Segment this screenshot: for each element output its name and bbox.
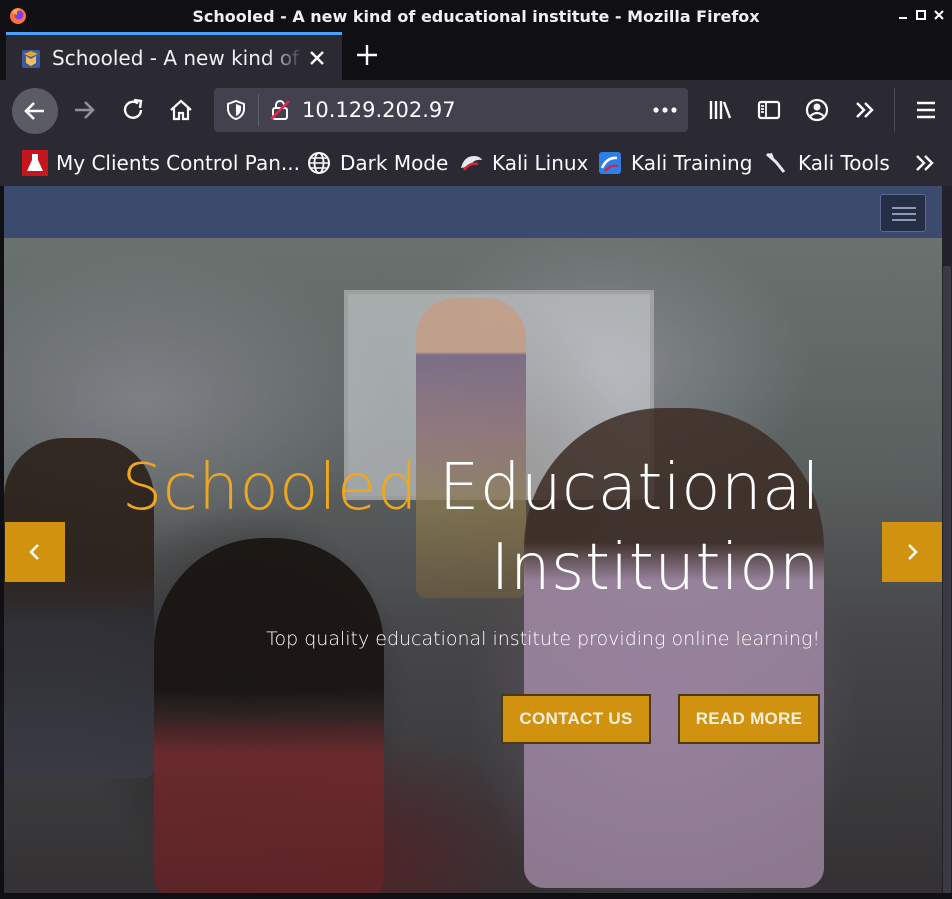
- window-border: [0, 893, 952, 899]
- hero-title: Schooled Educational Institution: [122, 448, 820, 608]
- bookmark-label: Kali Tools: [798, 151, 890, 175]
- tab-schooled[interactable]: Schooled - A new kind of educational ins…: [6, 32, 342, 80]
- hero-carousel: Schooled Educational Institution Top qua…: [4, 238, 942, 893]
- urlbar-divider: [258, 94, 259, 126]
- account-icon: [805, 98, 829, 122]
- contact-us-button[interactable]: CONTACT US: [501, 694, 651, 744]
- url-text: 10.129.202.97: [302, 98, 456, 122]
- maximize-button[interactable]: [914, 8, 928, 22]
- window-title: Schooled - A new kind of educational ins…: [192, 7, 760, 26]
- bookmark-label: My Clients Control Pan...: [56, 151, 300, 175]
- menu-bar-line: [892, 207, 916, 209]
- hero-title-accent: Schooled: [121, 451, 419, 525]
- hero-title-line2: Institution: [490, 531, 820, 605]
- tab-strip: Schooled - A new kind of educational ins…: [0, 32, 952, 80]
- bookmark-my-clients[interactable]: My Clients Control Pan...: [22, 148, 300, 178]
- more-tools-button[interactable]: [845, 90, 885, 130]
- toolbar-separator: [894, 88, 895, 132]
- menu-bar-line: [892, 213, 916, 215]
- minimize-button[interactable]: [896, 8, 910, 22]
- site-navbar: [4, 186, 942, 238]
- chevron-right-icon: [908, 544, 918, 560]
- home-icon: [170, 99, 192, 121]
- kali-icon: [461, 156, 482, 171]
- forward-button[interactable]: [64, 90, 104, 130]
- url-bar[interactable]: 10.129.202.97: [214, 88, 688, 132]
- home-button[interactable]: [161, 90, 201, 130]
- bookmark-label: Dark Mode: [340, 151, 449, 175]
- kali-tools-icon: [766, 152, 786, 173]
- bookmark-dark-mode[interactable]: Dark Mode: [306, 148, 448, 178]
- reload-button[interactable]: [113, 90, 153, 130]
- new-tab-icon[interactable]: [352, 40, 382, 70]
- site-menu-toggle[interactable]: [880, 194, 926, 232]
- app-menu-button[interactable]: [906, 90, 946, 130]
- bookmark-kali-training[interactable]: Kali Training: [597, 148, 752, 178]
- hero-title-line1: Educational: [438, 451, 820, 525]
- bookmarks-overflow-button[interactable]: [912, 148, 938, 178]
- window-titlebar: Schooled - A new kind of educational ins…: [0, 0, 952, 32]
- page-scrollbar[interactable]: [942, 186, 952, 893]
- scrollbar-thumb[interactable]: [943, 266, 951, 893]
- bookmark-label: Kali Linux: [492, 151, 589, 175]
- close-icon: [934, 10, 944, 20]
- read-more-button[interactable]: READ MORE: [678, 694, 820, 744]
- kali-training-icon: [599, 152, 621, 174]
- carousel-next-button[interactable]: [882, 522, 942, 582]
- minimize-icon: [899, 17, 907, 19]
- insecure-lock-icon[interactable]: [268, 98, 292, 122]
- red-flask-icon: [22, 150, 48, 176]
- globe-icon: [308, 152, 330, 174]
- back-arrow-icon: [24, 102, 44, 120]
- tab-close-icon[interactable]: [306, 47, 328, 69]
- chevron-left-icon: [29, 544, 39, 560]
- site-favicon-icon: [22, 50, 40, 68]
- tracking-protection-shield-icon[interactable]: [224, 98, 248, 122]
- double-chevron-right-icon: [916, 155, 934, 171]
- hero-subtitle: Top quality educational institute provid…: [266, 628, 820, 650]
- page-actions-icon[interactable]: [652, 106, 678, 114]
- sidebar-icon: [757, 100, 781, 120]
- bookmark-label: Kali Training: [631, 151, 753, 175]
- sidebar-button[interactable]: [749, 90, 789, 130]
- maximize-icon: [916, 10, 926, 20]
- bookmarks-toolbar: My Clients Control Pan... Dark Mode Kali…: [0, 140, 952, 186]
- navigation-toolbar: 10.129.202.97: [0, 80, 952, 140]
- carousel-prev-button[interactable]: [5, 522, 65, 582]
- menu-bar-line: [892, 219, 916, 221]
- library-icon: [709, 101, 732, 119]
- bookmark-kali-tools[interactable]: Kali Tools: [764, 148, 890, 178]
- back-button[interactable]: [12, 88, 58, 134]
- account-button[interactable]: [797, 90, 837, 130]
- forward-arrow-icon: [75, 101, 95, 119]
- page-viewport: Schooled Educational Institution Top qua…: [4, 186, 942, 893]
- tab-label: Schooled - A new kind of educational ins…: [52, 46, 304, 70]
- library-button[interactable]: [700, 90, 740, 130]
- hamburger-menu-icon: [917, 101, 935, 119]
- close-window-button[interactable]: [932, 8, 946, 22]
- double-chevron-right-icon: [856, 102, 874, 118]
- reload-icon: [123, 98, 143, 119]
- bookmark-kali-linux[interactable]: Kali Linux: [458, 148, 588, 178]
